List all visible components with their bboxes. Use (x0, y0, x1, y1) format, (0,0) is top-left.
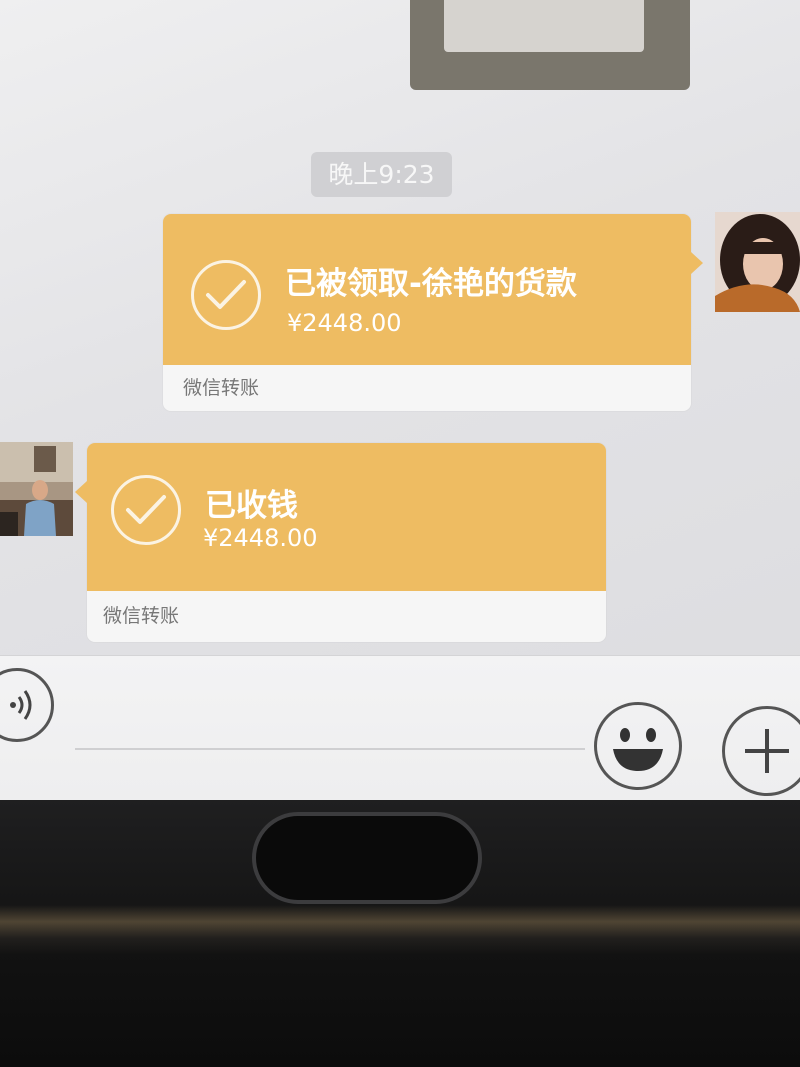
emoji-icon (613, 728, 663, 771)
bubble-tail (75, 481, 87, 503)
time-label: 晚上9:23 (311, 152, 452, 197)
avatar-contact[interactable] (0, 442, 73, 536)
plus-icon (745, 729, 789, 773)
transfer-bubble-received[interactable]: 已收钱 ¥2448.00 微信转账 (75, 443, 606, 642)
chat-screen: 晚上9:23 已被领取-徐艳的货款 ¥2448.00 微信转账 已收钱 ¥244… (0, 0, 800, 800)
input-bar (0, 655, 800, 800)
plus-button[interactable] (722, 706, 800, 796)
phone-case-edge (0, 905, 800, 955)
message-input[interactable] (75, 748, 585, 750)
transfer-status-title: 已收钱 (205, 488, 298, 524)
transfer-status-title: 已被领取-徐艳的货款 (285, 266, 577, 302)
image-message-content (444, 0, 644, 52)
transfer-amount: ¥2448.00 (287, 309, 402, 337)
transfer-bubble-body: 已被领取-徐艳的货款 ¥2448.00 (163, 214, 691, 365)
bubble-tail (691, 252, 703, 274)
check-circle-icon (111, 475, 181, 545)
transfer-bubble-body: 已收钱 ¥2448.00 (87, 443, 606, 591)
avatar-self[interactable] (715, 212, 800, 312)
transfer-amount: ¥2448.00 (203, 524, 318, 552)
transfer-footer: 微信转账 (163, 365, 691, 411)
home-button[interactable] (252, 812, 482, 904)
transfer-footer: 微信转账 (87, 591, 606, 642)
emoji-button[interactable] (594, 702, 682, 790)
transfer-bubble-sent[interactable]: 已被领取-徐艳的货款 ¥2448.00 微信转账 (163, 214, 703, 411)
voice-icon (10, 690, 32, 720)
image-message[interactable] (410, 0, 690, 90)
check-circle-icon (191, 260, 261, 330)
